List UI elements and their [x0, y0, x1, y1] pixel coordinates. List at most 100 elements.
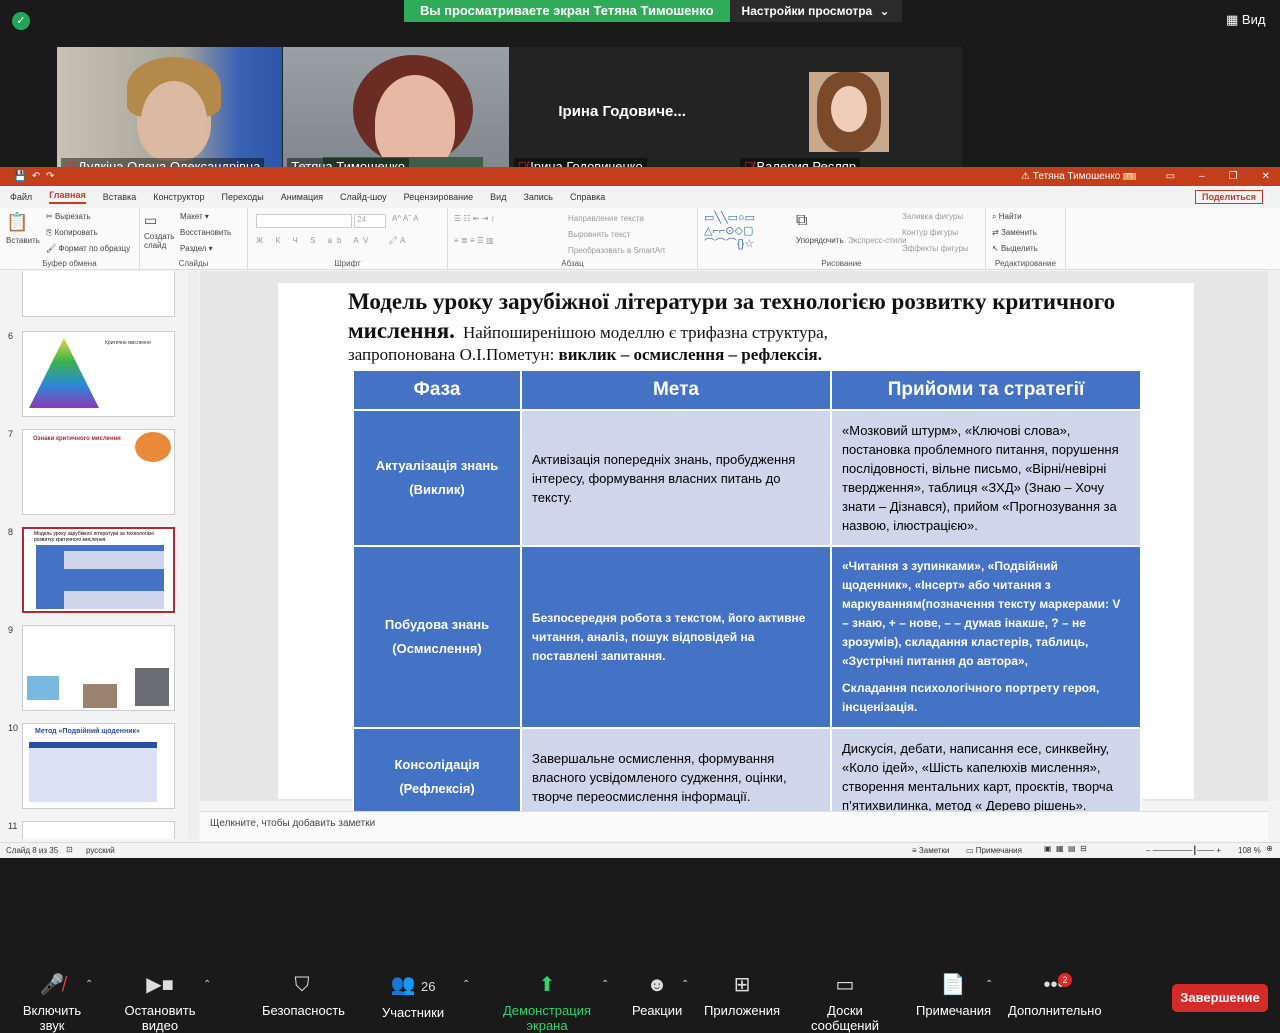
tab-slideshow[interactable]: Слайд-шоу — [340, 192, 387, 202]
more-button[interactable]: ••• Дополнительно — [1008, 973, 1102, 1018]
font-color-icons[interactable]: 🖍 A — [388, 236, 405, 245]
security-shield-icon[interactable]: ✓ — [12, 12, 30, 30]
shapes-gallery[interactable]: ▭╲╲▭○▭ △⌐⌐⊙◇▢ ⌒⌒⌒{}☆ — [704, 212, 792, 251]
tab-home[interactable]: Главная — [49, 190, 86, 204]
caret-up-icon[interactable]: ⌃ — [203, 979, 211, 990]
cut-button[interactable]: ✂ Вырезать — [46, 212, 91, 221]
slide-thumbnail[interactable]: Метод «Подвійний щоденник» — [22, 723, 175, 809]
paste-button[interactable]: Вставить — [6, 236, 40, 245]
tab-file[interactable]: Файл — [10, 192, 32, 202]
apps-button[interactable]: ⊞ Приложения — [704, 973, 780, 1018]
tab-review[interactable]: Рецензирование — [404, 192, 474, 202]
view-button[interactable]: ▦ Вид — [1226, 12, 1265, 28]
video-tile[interactable]: 🎙̸Валерия Ресляр — [735, 47, 961, 177]
zoom-slider[interactable]: – ───────┃─── + — [1146, 846, 1221, 855]
tab-view[interactable]: Вид — [490, 192, 506, 202]
tab-animations[interactable]: Анимация — [281, 192, 323, 202]
caret-up-icon[interactable]: ⌃ — [601, 979, 609, 990]
replace-button[interactable]: ⇄ Заменить — [992, 228, 1037, 237]
accessibility-icon[interactable]: ⊡ — [66, 845, 73, 854]
share-screen-button[interactable]: ⬆ Демонстрация экрана — [484, 973, 610, 1033]
shape-outline-button[interactable]: Контур фигуры — [902, 228, 958, 237]
video-tile[interactable]: 🎙̸Дудкіна Олена Олександрівна — [57, 47, 283, 177]
tab-insert[interactable]: Вставка — [103, 192, 136, 202]
undo-icon[interactable]: ↶ — [32, 171, 40, 182]
mute-button[interactable]: 🎤̸ Включить звук — [10, 973, 94, 1033]
zoom-level[interactable]: 108 % — [1238, 846, 1261, 855]
notes-toggle[interactable]: ≡ Заметки — [912, 846, 950, 855]
font-size-select[interactable]: 24 — [354, 214, 386, 228]
canvas-scrollbar[interactable] — [1268, 271, 1280, 801]
slide-thumbnail[interactable] — [22, 271, 175, 317]
redo-icon[interactable]: ↷ — [46, 171, 54, 182]
slide-thumbnail-selected[interactable]: Модель уроку зарубіжної літератури за те… — [22, 527, 175, 613]
tab-help[interactable]: Справка — [570, 192, 605, 202]
caret-up-icon[interactable]: ⌃ — [462, 979, 470, 990]
tab-design[interactable]: Конструктор — [153, 192, 204, 202]
save-icon[interactable]: 💾 — [14, 171, 26, 182]
share-button[interactable]: Поделиться — [1194, 190, 1263, 204]
user-avatar[interactable]: ТТ — [1123, 173, 1136, 180]
end-meeting-button[interactable]: Завершение — [1172, 984, 1268, 1012]
phase-subname: (Осмислення) — [392, 641, 482, 656]
slide-thumbnail[interactable]: Ознаки критичного мислення — [22, 429, 175, 515]
security-button[interactable]: ⛉ Безопасность — [262, 973, 345, 1018]
whiteboards-button[interactable]: ▭ Доски сообщений — [792, 973, 898, 1033]
phase-name: Побудова знань — [384, 617, 490, 632]
shape-fill-button[interactable]: Заливка фигуры — [902, 212, 963, 221]
text-direction-button[interactable]: Направление текста — [568, 214, 644, 223]
quick-styles-button[interactable]: Экспресс-стили — [848, 236, 907, 245]
restore-icon[interactable]: ❐ — [1229, 171, 1238, 182]
align-text-button[interactable]: Выровнять текст — [568, 230, 630, 239]
fit-icon[interactable]: ⊕ — [1266, 844, 1273, 853]
slide[interactable]: Модель уроку зарубіжної літератури за те… — [278, 283, 1194, 827]
caret-up-icon[interactable]: ⌃ — [85, 979, 93, 990]
find-button[interactable]: ⌕ Найти — [992, 212, 1022, 222]
notes-pane[interactable]: Щелкните, чтобы добавить заметки — [200, 811, 1268, 841]
paste-icon[interactable]: 📋 — [6, 212, 28, 233]
smartart-button[interactable]: Преобразовать в SmartArt — [568, 246, 665, 255]
font-grow-icon[interactable]: A^ Aˇ Ạ — [392, 214, 418, 223]
format-painter-button[interactable]: 🖌 Формат по образцу — [46, 244, 130, 253]
align-icons[interactable]: ≡ ≣ ≡ ☰ ▥ — [454, 236, 494, 245]
layout-button[interactable]: Макет ▾ — [180, 212, 209, 221]
thumbnail-image — [27, 676, 59, 700]
slide-thumbnail[interactable] — [22, 625, 175, 711]
participants-button[interactable]: 👥 26 Участники — [382, 973, 444, 1020]
select-button[interactable]: ↖ Выделить — [992, 244, 1038, 253]
view-options-button[interactable]: Настройки просмотра ⌄ — [729, 0, 902, 22]
caret-up-icon[interactable]: ⌃ — [681, 979, 689, 990]
close-icon[interactable]: ✕ — [1262, 171, 1270, 182]
video-button[interactable]: ▶︎■ Остановить видео — [108, 973, 212, 1033]
font-family-select[interactable] — [256, 214, 352, 228]
list-icons[interactable]: ☰ ☷ ⇤ ⇥ ↕ — [454, 214, 495, 223]
section-button[interactable]: Раздел ▾ — [180, 244, 213, 253]
thumbnails-scrollbar[interactable] — [188, 271, 198, 839]
phase-subname: (Виклик) — [409, 482, 465, 497]
ribbon-display-icon[interactable]: ▭ — [1166, 171, 1175, 182]
video-tile-active[interactable]: Тетяна Тимошенко — [283, 47, 509, 177]
reset-button[interactable]: Восстановить — [180, 228, 231, 237]
arrange-icon[interactable]: ⧉ — [796, 212, 807, 230]
tab-transitions[interactable]: Переходы — [222, 192, 264, 202]
new-slide-icon[interactable]: ▭ — [144, 212, 157, 229]
arrange-button[interactable]: Упорядочить — [796, 236, 844, 245]
tab-record[interactable]: Запись — [523, 192, 553, 202]
font-format-icons[interactable]: Ж К Ч S ab AV — [256, 236, 373, 245]
language[interactable]: русский — [86, 846, 115, 855]
reactions-button[interactable]: ☻ Реакции — [632, 973, 682, 1018]
more-dots-icon: ••• — [1043, 974, 1065, 996]
caret-up-icon[interactable]: ⌃ — [985, 979, 993, 990]
notes-button[interactable]: 📄 Примечания — [916, 973, 991, 1018]
slide-thumbnail[interactable]: Критичне мислення — [22, 331, 175, 417]
video-tile[interactable]: Ірина Годовиче... 🎙̸Ірина Годовиченко — [509, 47, 735, 177]
shape-effects-button[interactable]: Эффекты фигуры — [902, 244, 969, 253]
copy-button[interactable]: ⎘ Копировать — [46, 228, 98, 238]
participant-strip: 🎙̸Дудкіна Олена Олександрівна Тетяна Тим… — [57, 47, 962, 177]
subtitle-line: запропонована О.І.Пометун: виклик – осми… — [348, 345, 1128, 365]
view-buttons[interactable]: ▣ ▦ ▤ ⊟ — [1044, 844, 1087, 853]
new-slide-button[interactable]: Создать слайд — [144, 232, 176, 250]
slide-thumbnail[interactable] — [22, 821, 175, 839]
minimize-icon[interactable]: – — [1199, 171, 1205, 182]
comments-toggle[interactable]: ▭ Примечания — [966, 846, 1022, 855]
